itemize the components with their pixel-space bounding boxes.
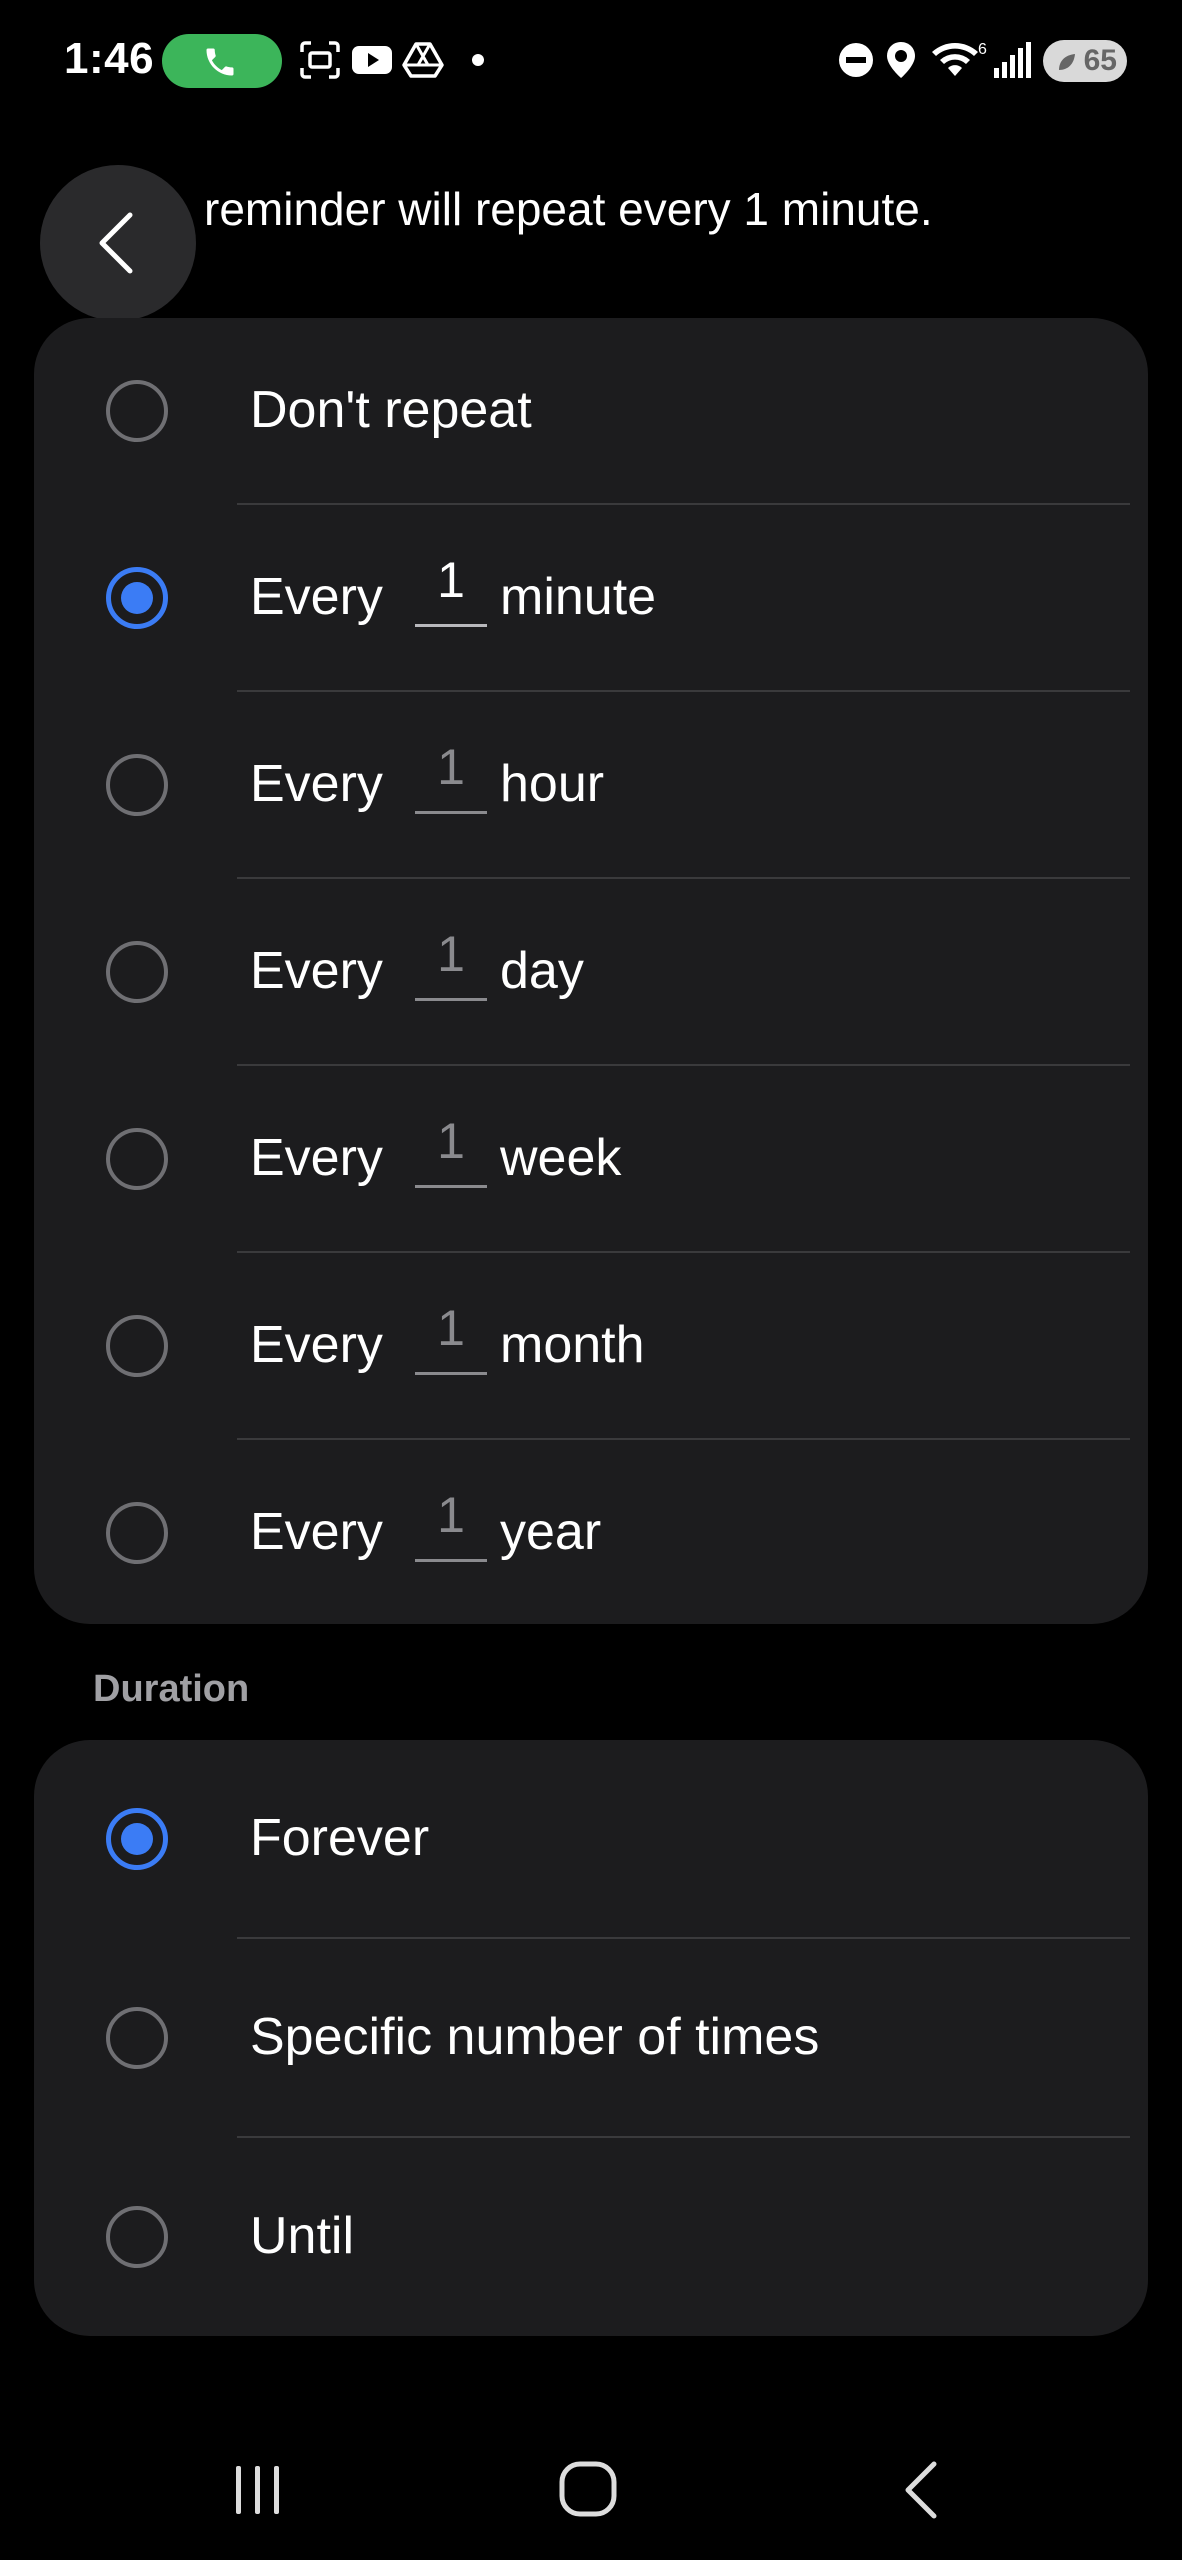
notification-dot — [472, 54, 484, 66]
phone-icon — [206, 48, 234, 76]
repeat-option-week[interactable]: Every 1 week — [34, 1066, 1148, 1252]
location-icon — [887, 42, 915, 78]
drive-icon — [402, 42, 444, 78]
option-label: Specific number of times — [250, 2008, 820, 2066]
repeat-option-hour[interactable]: Every 1 hour — [34, 692, 1148, 878]
youtube-icon — [352, 46, 392, 74]
option-unit: week — [500, 1129, 622, 1187]
option-prefix: Every — [250, 942, 383, 1000]
repeat-option-dont-repeat[interactable]: Don't repeat — [34, 318, 1148, 504]
duration-option-specific-times[interactable]: Specific number of times — [34, 1939, 1148, 2137]
signal-icon — [994, 42, 1031, 78]
chevron-left-icon — [99, 212, 133, 274]
duration-section-title: Duration — [93, 1668, 250, 1710]
day-interval-input[interactable]: 1 — [415, 925, 487, 1001]
radio-specific-times[interactable] — [106, 2007, 168, 2069]
ongoing-call-pill[interactable] — [162, 34, 282, 88]
do-not-disturb-icon — [839, 43, 873, 77]
repeat-option-month[interactable]: Every 1 month — [34, 1253, 1148, 1439]
back-button[interactable] — [40, 165, 196, 321]
home-icon[interactable] — [554, 2458, 624, 2522]
duration-option-until[interactable]: Until — [34, 2138, 1148, 2336]
option-label: Forever — [250, 1809, 430, 1867]
back-icon[interactable] — [890, 2458, 950, 2522]
option-prefix: Every — [250, 568, 383, 626]
radio-year[interactable] — [106, 1502, 168, 1564]
repeat-summary: reminder will repeat every 1 minute. — [204, 183, 933, 235]
repeat-option-day[interactable]: Every 1 day — [34, 879, 1148, 1065]
radio-day[interactable] — [106, 941, 168, 1003]
battery-indicator: 65 — [1043, 40, 1127, 82]
year-interval-input[interactable]: 1 — [415, 1486, 487, 1562]
screen-capture-icon — [300, 41, 340, 79]
hour-interval-input[interactable]: 1 — [415, 738, 487, 814]
recents-icon[interactable] — [226, 2458, 290, 2522]
battery-level: 65 — [1083, 44, 1117, 77]
repeat-option-year[interactable]: Every 1 year — [34, 1440, 1148, 1624]
radio-minute[interactable] — [106, 567, 168, 629]
option-prefix: Every — [250, 1316, 383, 1374]
option-unit: day — [500, 942, 584, 1000]
option-prefix: Every — [250, 755, 383, 813]
option-label: Until — [250, 2207, 355, 2265]
status-time: 1:46 — [64, 34, 155, 83]
wifi-6-label: 6 — [978, 41, 987, 58]
duration-options-card: Forever Specific number of times Until — [34, 1740, 1148, 2336]
radio-week[interactable] — [106, 1128, 168, 1190]
option-label: Don't repeat — [250, 381, 532, 439]
radio-forever[interactable] — [106, 1808, 168, 1870]
month-interval-input[interactable]: 1 — [415, 1299, 487, 1375]
option-prefix: Every — [250, 1503, 383, 1561]
duration-option-forever[interactable]: Forever — [34, 1740, 1148, 1938]
repeat-options-card: Don't repeat Every 1 minute Every 1 hour… — [34, 318, 1148, 1624]
option-unit: month — [500, 1316, 645, 1374]
option-unit: hour — [500, 755, 605, 813]
week-interval-input[interactable]: 1 — [415, 1112, 487, 1188]
option-unit: minute — [500, 568, 657, 626]
radio-hour[interactable] — [106, 754, 168, 816]
radio-until[interactable] — [106, 2206, 168, 2268]
system-navigation-bar — [0, 2420, 1182, 2560]
minute-interval-input[interactable]: 1 — [415, 551, 487, 627]
status-bar: 1:46 6 65 — [0, 0, 1182, 120]
option-unit: year — [500, 1503, 602, 1561]
battery-saver-icon — [1059, 54, 1075, 70]
radio-month[interactable] — [106, 1315, 168, 1377]
radio-dont-repeat[interactable] — [106, 380, 168, 442]
option-prefix: Every — [250, 1129, 383, 1187]
wifi-icon: 6 — [932, 41, 987, 76]
repeat-option-minute[interactable]: Every 1 minute — [34, 505, 1148, 691]
